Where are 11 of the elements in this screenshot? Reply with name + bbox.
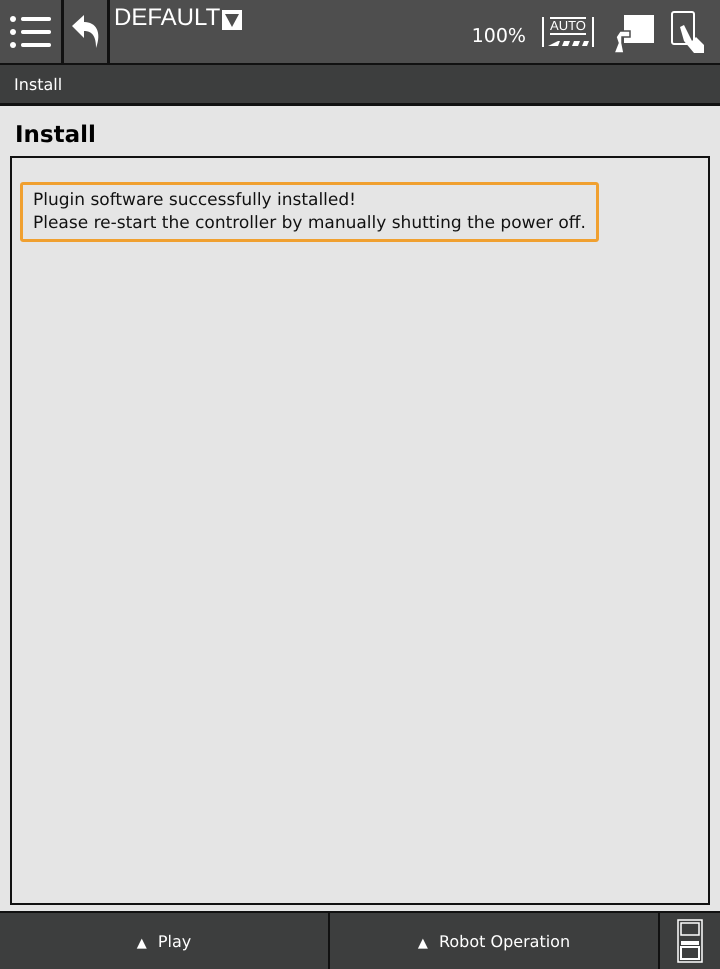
speed-value: 100% <box>472 24 526 46</box>
cabinet-icon <box>676 919 704 963</box>
page-title: Install <box>14 121 97 150</box>
back-arrow-icon <box>70 14 102 50</box>
touch-tablet-icon[interactable] <box>670 10 706 52</box>
message-text: Please re-start the controller by manually shutting the power off. <box>33 212 586 235</box>
job-title[interactable]: DEFAULT <box>114 4 220 32</box>
message-text: Plugin software successfully installed! <box>33 189 357 212</box>
dropdown-icon[interactable] <box>222 10 242 30</box>
menu-icon <box>8 14 52 50</box>
breadcrumb: Install <box>14 74 62 94</box>
